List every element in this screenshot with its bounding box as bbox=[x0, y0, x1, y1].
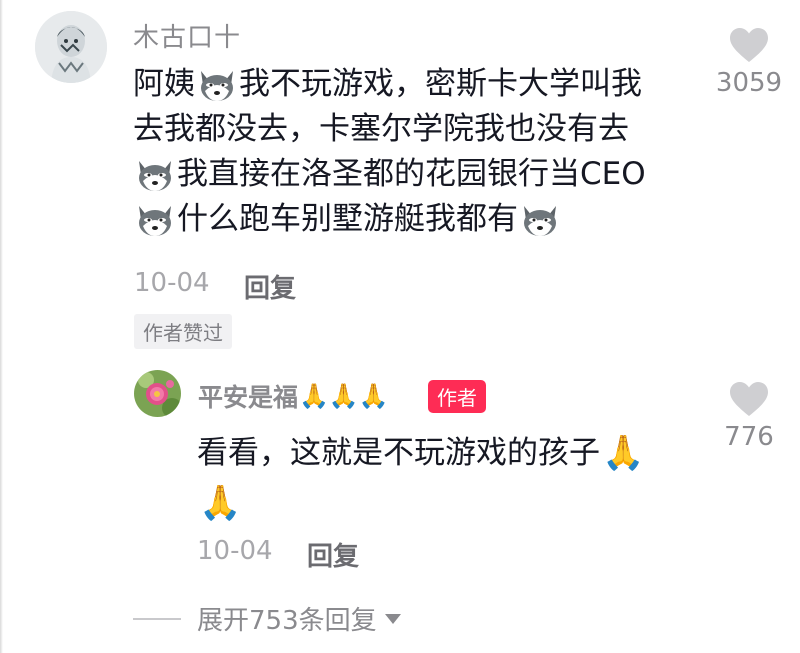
comment-body: 阿姨 我不玩游戏，密斯卡大学叫我 去我都没去，卡塞尔学院我也没有去 我直接在洛圣… bbox=[133, 62, 693, 242]
folded-hands-emoji: 🙏 bbox=[199, 482, 242, 523]
comment-text-segment: 我直接在洛圣都的花园银行当CEO bbox=[177, 156, 646, 192]
husky-dog-emoji bbox=[139, 160, 171, 191]
husky-dog-emoji bbox=[139, 205, 171, 236]
avatar[interactable] bbox=[134, 370, 181, 417]
avatar-image bbox=[134, 370, 181, 417]
divider-line bbox=[133, 617, 181, 620]
comment-line: 什么跑车别墅游艇我都有 bbox=[133, 197, 693, 242]
husky-dog-emoji bbox=[201, 70, 233, 101]
like-count: 3059 bbox=[715, 68, 783, 98]
comment-text-segment: 去我都没去，卡塞尔学院我也没有去 bbox=[133, 111, 629, 147]
reply-username[interactable]: 平安是福 bbox=[198, 378, 298, 414]
expand-replies-label[interactable]: 展开753条回复 bbox=[197, 600, 377, 637]
husky-dog-emoji bbox=[524, 205, 556, 236]
comment-line: 去我都没去，卡塞尔学院我也没有去 bbox=[133, 107, 693, 152]
reply-button[interactable]: 回复 bbox=[244, 268, 296, 305]
author-badge: 作者 bbox=[428, 380, 486, 413]
comment-text-segment: 我不玩游戏，密斯卡大学叫我 bbox=[239, 66, 642, 102]
folded-hands-emoji: 🙏 bbox=[602, 432, 645, 473]
heart-icon[interactable] bbox=[728, 380, 770, 418]
comment-text-segment: 看看，这就是不玩游戏的孩子 bbox=[197, 434, 600, 471]
heart-icon[interactable] bbox=[728, 26, 770, 64]
chevron-down-icon[interactable] bbox=[384, 613, 401, 624]
reply-body: 看看，这就是不玩游戏的孩子 🙏 🙏 bbox=[197, 428, 717, 528]
expand-replies-button[interactable]: 展开753条回复 bbox=[133, 600, 401, 637]
like-button[interactable]: 776 bbox=[712, 380, 786, 452]
reply-username-row: 平安是福 🙏🙏🙏 bbox=[198, 378, 389, 414]
left-edge-divider bbox=[0, 0, 3, 653]
like-button[interactable]: 3059 bbox=[712, 26, 786, 98]
comment-username[interactable]: 木古口十 bbox=[133, 17, 241, 54]
avatar[interactable] bbox=[35, 11, 107, 83]
comment-text-segment: 什么跑车别墅游艇我都有 bbox=[177, 201, 518, 237]
comment-thread: 木古口十 阿姨 我不玩游戏，密斯卡大学叫我 去我都没去，卡塞尔学院我也没有去 我… bbox=[0, 0, 800, 653]
comment-line: 看看，这就是不玩游戏的孩子 🙏 bbox=[197, 428, 717, 478]
comment-line: 🙏 bbox=[197, 478, 717, 528]
comment-line: 阿姨 我不玩游戏，密斯卡大学叫我 bbox=[133, 62, 693, 107]
comment-date: 10-04 bbox=[134, 268, 210, 298]
like-count: 776 bbox=[724, 422, 774, 452]
reply-button[interactable]: 回复 bbox=[307, 536, 359, 573]
comment-line: 我直接在洛圣都的花园银行当CEO bbox=[133, 152, 693, 197]
avatar-image bbox=[35, 11, 107, 83]
author-liked-badge: 作者赞过 bbox=[134, 314, 232, 349]
folded-hands-emoji: 🙏🙏🙏 bbox=[299, 382, 389, 410]
comment-date: 10-04 bbox=[197, 536, 273, 566]
comment-text-segment: 阿姨 bbox=[133, 66, 195, 102]
